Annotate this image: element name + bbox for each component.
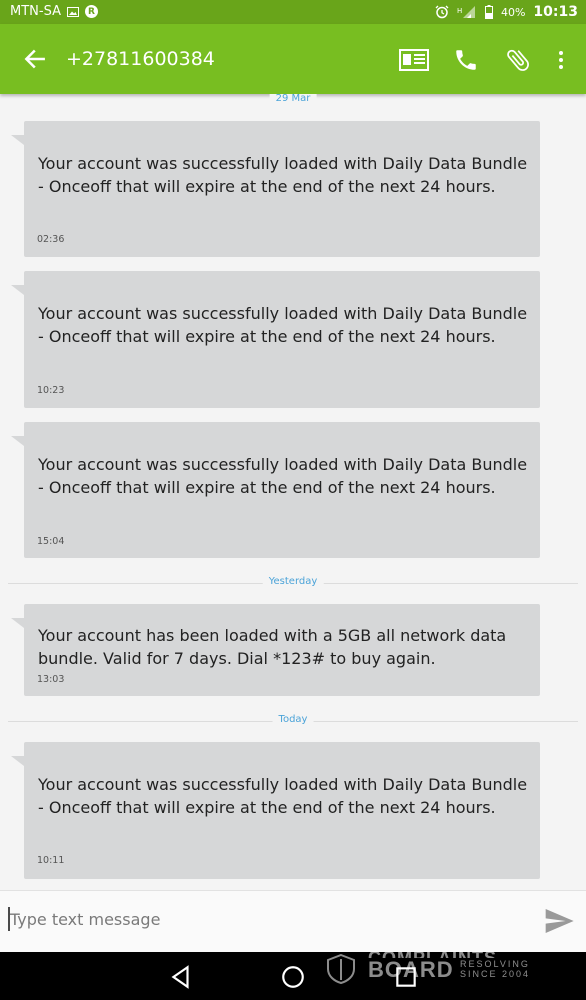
message-text: Your account was successfully loaded wit… bbox=[38, 775, 528, 817]
message-time: 02:36 bbox=[37, 234, 65, 245]
message-time: 10:23 bbox=[37, 385, 65, 396]
watermark-tagline-line1: RESOLVING bbox=[460, 959, 530, 969]
signal-icon: H bbox=[457, 6, 475, 18]
watermark-logo: COMPLAINTS BOARD RESOLVING SINCE 2004 bbox=[326, 948, 556, 988]
message-time: 15:04 bbox=[37, 536, 65, 547]
send-icon[interactable] bbox=[542, 905, 576, 937]
conversation-toolbar: +27811600384 bbox=[0, 24, 586, 94]
date-label: Yesterday bbox=[262, 576, 324, 587]
message-bubble[interactable]: Your account was successfully loaded wit… bbox=[11, 742, 540, 879]
message-text: Your account was successfully loaded wit… bbox=[38, 154, 528, 196]
status-bar: MTN-SA R H 40% 10:13 bbox=[0, 0, 586, 24]
compose-bar bbox=[0, 890, 586, 952]
message-bubble[interactable]: Your account has been loaded with a 5GB … bbox=[11, 604, 540, 696]
r-icon: R bbox=[84, 5, 98, 18]
clock-time: 10:13 bbox=[533, 4, 578, 20]
call-button[interactable] bbox=[450, 44, 482, 76]
attachment-icon bbox=[507, 49, 529, 71]
message-time: 10:11 bbox=[37, 855, 65, 866]
phone-icon bbox=[456, 50, 476, 70]
contact-card-icon bbox=[399, 49, 429, 71]
overflow-menu-icon bbox=[559, 51, 563, 69]
image-icon bbox=[66, 6, 79, 17]
alarm-icon bbox=[435, 5, 449, 19]
battery-label: 40% bbox=[500, 5, 526, 19]
message-list[interactable]: 29 Mar Your account was successfully loa… bbox=[0, 94, 586, 890]
message-text: Your account was successfully loaded wit… bbox=[38, 455, 528, 497]
message-bubble[interactable]: Your account was successfully loaded wit… bbox=[11, 121, 540, 257]
message-input[interactable] bbox=[10, 905, 510, 933]
watermark-tagline-line2: SINCE 2004 bbox=[460, 969, 531, 979]
message-bubble[interactable]: Your account was successfully loaded wit… bbox=[11, 422, 540, 558]
attach-button[interactable] bbox=[502, 44, 534, 76]
overflow-menu-button[interactable] bbox=[554, 44, 568, 76]
watermark-main-text: BOARD bbox=[368, 957, 454, 982]
date-label: Today bbox=[272, 714, 314, 725]
message-text: Your account has been loaded with a 5GB … bbox=[38, 626, 507, 668]
nav-home-icon[interactable] bbox=[280, 964, 306, 990]
nav-back-icon[interactable] bbox=[168, 964, 194, 990]
carrier-label: MTN-SA bbox=[10, 4, 61, 19]
shield-icon bbox=[327, 954, 355, 984]
message-time: 13:03 bbox=[37, 674, 65, 685]
battery-icon bbox=[484, 5, 493, 19]
message-bubble[interactable]: Your account was successfully loaded wit… bbox=[11, 271, 540, 408]
date-separator: 29 Mar bbox=[8, 94, 578, 108]
contact-card-button[interactable] bbox=[398, 44, 430, 76]
date-separator: Today bbox=[8, 714, 578, 728]
date-label: 29 Mar bbox=[269, 94, 317, 104]
date-separator: Yesterday bbox=[8, 576, 578, 590]
svg-text:H: H bbox=[457, 7, 462, 15]
contact-number: +27811600384 bbox=[66, 48, 215, 70]
watermark-tagline: RESOLVING SINCE 2004 bbox=[460, 959, 530, 979]
back-arrow-icon[interactable] bbox=[22, 46, 48, 72]
message-text: Your account was successfully loaded wit… bbox=[38, 304, 528, 346]
